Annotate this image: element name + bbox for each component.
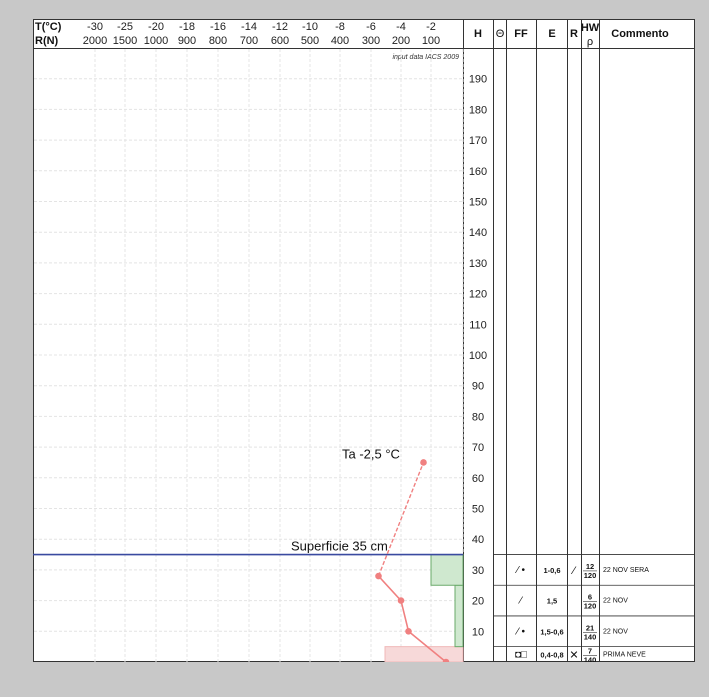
layer-e-value: 1-0,6 (543, 566, 560, 575)
t-tick-label: -10 (302, 21, 318, 33)
h-tick-label: 100 (469, 350, 487, 362)
layer-e-value: 0,4-0,8 (540, 650, 563, 659)
h-tick-label: 10 (472, 626, 484, 638)
layer-comment: PRIMA NEVE (603, 651, 646, 658)
col-r-header: R (570, 28, 578, 40)
r-tick-label: 600 (271, 35, 289, 47)
layer-e-value: 1,5 (547, 597, 557, 606)
layer-comment: 22 NOV (603, 598, 628, 605)
hardness-bar (454, 584, 464, 648)
col-hw-header: HW (581, 22, 600, 34)
r-tick-label: 500 (301, 35, 319, 47)
layer-hw-value: 21 (586, 623, 594, 632)
h-tick-label: 150 (469, 197, 487, 209)
snow-profile-chart: T(°C) R(N) -30 -25 -20 -18 -16 -14 -12 -10 -8 -6 -… (33, 19, 695, 679)
r-tick-label: 1500 (113, 35, 137, 47)
r-tick-label: 2000 (83, 35, 107, 47)
h-tick-label: 130 (469, 258, 487, 270)
air-temp-point (420, 459, 427, 466)
r-tick-label: 700 (240, 35, 258, 47)
layer-comment: 22 NOV (603, 628, 628, 635)
col-h-header: H (474, 28, 482, 40)
layer-rho-value: 140 (584, 655, 597, 662)
h-tick-label: 190 (469, 74, 487, 86)
surface-label: Superficie 35 cm (291, 539, 388, 554)
col-ff-header: FF (514, 28, 528, 40)
h-tick-label: 120 (469, 289, 487, 301)
t-tick-label: -8 (335, 21, 345, 33)
layer-ff-symbol: ◘□ (515, 649, 527, 660)
h-tick-label: 110 (469, 319, 487, 331)
t-tick-label: -20 (148, 21, 164, 33)
t-tick-label: -4 (396, 21, 406, 33)
h-tick-label: 40 (472, 534, 484, 546)
col-e-header: E (548, 28, 555, 40)
layer-rho-value: 120 (584, 571, 597, 580)
t-tick-label: -18 (179, 21, 195, 33)
h-tick-label: 30 (472, 565, 484, 577)
h-tick-label: 90 (472, 381, 484, 393)
r-tick-label: 800 (209, 35, 227, 47)
h-tick-label: 70 (472, 442, 484, 454)
layer-hw-value: 6 (588, 593, 592, 602)
t-tick-label: -6 (366, 21, 376, 33)
layer-hw-value: 7 (588, 646, 592, 655)
r-tick-label: 100 (422, 35, 440, 47)
source-note: input data IACS 2009 (392, 54, 459, 61)
t-tick-label: -2 (426, 21, 436, 33)
r-tick-label: 400 (331, 35, 349, 47)
layer-rho-value: 120 (584, 602, 597, 611)
t-tick-label: -12 (272, 21, 288, 33)
r-tick-label: 900 (178, 35, 196, 47)
t-tick-label: -30 (87, 21, 103, 33)
r-axis-label: R(N) (35, 35, 59, 47)
layer-e-value: 1,5-0,6 (540, 627, 563, 636)
t-tick-label: -14 (241, 21, 257, 33)
col-comment-header: Commento (611, 28, 669, 40)
layer-comment: 22 NOV SERA (603, 567, 649, 574)
t-tick-label: -25 (117, 21, 133, 33)
h-tick-label: 180 (469, 104, 487, 116)
temperature-point (397, 597, 405, 604)
r-tick-label: 300 (362, 35, 380, 47)
layer-r-symbol: ✕ (569, 649, 578, 661)
col-rho-header: ρ (587, 36, 593, 48)
temperature-point (375, 572, 382, 580)
col-theta-header: Θ (496, 28, 505, 40)
h-tick-label: 140 (469, 227, 487, 239)
hardness-bar (430, 554, 464, 586)
layer-hw-value: 12 (586, 562, 594, 571)
h-tick-label: 80 (472, 411, 484, 423)
t-axis-label: T(°C) (35, 21, 62, 33)
snow-profile-panel: T(°C) R(N) -30 -25 -20 -18 -16 -14 -12 -10 -8 -6 -… (33, 19, 695, 679)
hardness-bar (384, 646, 464, 663)
h-tick-label: 50 (472, 504, 484, 516)
chart-frame (33, 19, 695, 662)
h-tick-label: 20 (472, 596, 484, 608)
layer-rho-value: 140 (584, 632, 597, 641)
air-temp-label: Ta -2,5 °C (342, 446, 400, 461)
temperature-point (405, 628, 412, 635)
h-tick-label: 160 (469, 166, 487, 178)
t-tick-label: -16 (210, 21, 226, 33)
h-tick-label: 170 (469, 135, 487, 147)
r-tick-label: 200 (392, 35, 410, 47)
h-tick-label: 60 (472, 473, 484, 485)
r-tick-label: 1000 (144, 35, 168, 47)
